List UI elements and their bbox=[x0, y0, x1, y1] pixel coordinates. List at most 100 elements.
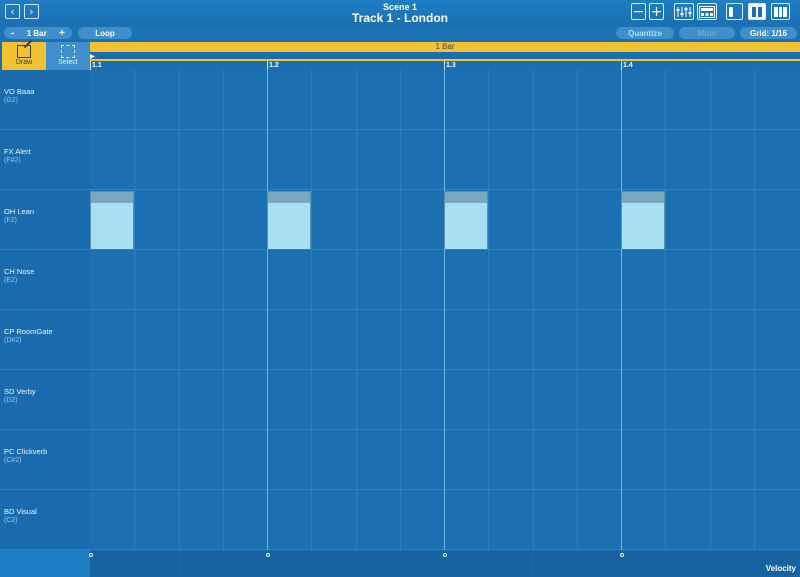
note-body bbox=[445, 203, 487, 249]
beat-line bbox=[621, 70, 622, 550]
header-bar: ‹ › Scene 1 Track 1 - London − + bbox=[0, 0, 800, 26]
row-label[interactable]: BD Visual (C2) bbox=[0, 490, 90, 550]
velocity-cell[interactable] bbox=[312, 552, 355, 575]
grid-row[interactable] bbox=[90, 310, 800, 370]
grid-row[interactable] bbox=[90, 70, 800, 130]
row-instrument-name: VO Baaa bbox=[4, 87, 35, 96]
step-line bbox=[488, 70, 489, 550]
layout-split-icon[interactable] bbox=[748, 3, 766, 20]
bar-label: 1.2 bbox=[269, 62, 279, 69]
length-decrease-button[interactable]: - bbox=[11, 28, 14, 39]
marquee-select-icon bbox=[61, 45, 75, 58]
row-label[interactable]: FX Alert (F#2) bbox=[0, 130, 90, 190]
velocity-handle-icon[interactable] bbox=[620, 553, 624, 557]
note-block[interactable] bbox=[444, 191, 488, 249]
grid-row[interactable] bbox=[90, 370, 800, 430]
chevron-left-icon[interactable]: ‹ bbox=[5, 4, 20, 19]
step-line bbox=[179, 70, 180, 550]
velocity-cell[interactable] bbox=[268, 552, 311, 575]
velocity-cell[interactable] bbox=[711, 552, 754, 575]
track-name: Track 1 - London bbox=[351, 11, 448, 25]
row-note-name: (D2) bbox=[4, 397, 18, 404]
velocity-cell[interactable] bbox=[91, 552, 134, 575]
grid-row[interactable] bbox=[90, 130, 800, 190]
velocity-handle-icon[interactable] bbox=[443, 553, 447, 557]
quantize-button[interactable]: Quantize bbox=[616, 27, 674, 39]
row-label[interactable]: PC Clickverb (C#2) bbox=[0, 430, 90, 490]
draw-tool-label: Draw bbox=[15, 59, 33, 66]
note-body bbox=[268, 203, 310, 249]
mute-button[interactable]: Mute bbox=[679, 27, 735, 39]
layout-triple-icon[interactable] bbox=[771, 3, 790, 20]
row-note-name: (D#2) bbox=[4, 337, 22, 344]
row-label[interactable]: OH Lean (F2) bbox=[0, 190, 90, 250]
bar-label: 1.3 bbox=[446, 62, 456, 69]
bar-tick bbox=[444, 61, 445, 70]
loop-button[interactable]: Loop bbox=[78, 27, 132, 39]
row-instrument-name: PC Clickverb bbox=[4, 447, 48, 456]
velocity-cell[interactable] bbox=[135, 552, 178, 575]
minus-box-icon[interactable]: − bbox=[631, 3, 646, 20]
velocity-handle-icon[interactable] bbox=[266, 553, 270, 557]
velocity-cell[interactable] bbox=[224, 552, 267, 575]
row-note-name: (F#2) bbox=[4, 157, 21, 164]
velocity-lane-header bbox=[0, 550, 90, 577]
velocity-cell[interactable] bbox=[401, 552, 444, 575]
mixer-icon[interactable] bbox=[674, 3, 694, 20]
velocity-cell[interactable] bbox=[489, 552, 532, 575]
note-block[interactable] bbox=[621, 191, 665, 249]
velocity-lane[interactable]: Velocity bbox=[89, 550, 800, 577]
note-velocity-cap bbox=[445, 192, 487, 203]
row-label[interactable]: CP RoomGate (D#2) bbox=[0, 310, 90, 370]
note-body bbox=[91, 203, 133, 249]
row-note-name: (F2) bbox=[4, 217, 17, 224]
device-icon[interactable] bbox=[697, 3, 717, 20]
step-line bbox=[400, 70, 401, 550]
velocity-cell[interactable] bbox=[534, 552, 577, 575]
chevron-right-icon[interactable]: › bbox=[24, 4, 39, 19]
step-line bbox=[754, 70, 755, 550]
draw-tool-button[interactable]: Draw bbox=[2, 42, 46, 70]
note-velocity-cap bbox=[91, 192, 133, 203]
grid-button[interactable]: Grid: 1/16 bbox=[740, 27, 797, 39]
grid-row[interactable] bbox=[90, 250, 800, 310]
row-instrument-name: BD Visual bbox=[4, 507, 37, 516]
velocity-cell[interactable] bbox=[578, 552, 621, 575]
select-tool-button[interactable]: Select bbox=[46, 42, 90, 70]
toolbar: - 1 Bar + Loop Quantize Mute Grid: 1/16 bbox=[0, 26, 800, 40]
length-stepper[interactable]: - 1 Bar + bbox=[4, 27, 72, 39]
row-instrument-name: FX Alert bbox=[4, 147, 31, 156]
velocity-cell[interactable] bbox=[622, 552, 665, 575]
beat-line bbox=[444, 70, 445, 550]
bar-label: 1.4 bbox=[623, 62, 633, 69]
note-velocity-cap bbox=[622, 192, 664, 203]
step-line bbox=[710, 70, 711, 550]
row-instrument-name: SD Verby bbox=[4, 387, 36, 396]
plus-box-icon[interactable]: + bbox=[649, 3, 664, 20]
velocity-cell[interactable] bbox=[445, 552, 488, 575]
velocity-cell[interactable] bbox=[180, 552, 223, 575]
velocity-cell[interactable] bbox=[666, 552, 709, 575]
loop-region[interactable]: 1 Bar bbox=[90, 42, 800, 52]
length-increase-button[interactable]: + bbox=[59, 28, 65, 39]
timeline-ruler[interactable] bbox=[90, 52, 800, 70]
grid-row[interactable] bbox=[90, 430, 800, 490]
grid-row[interactable] bbox=[90, 490, 800, 550]
step-line bbox=[665, 70, 666, 550]
row-instrument-name: CP RoomGate bbox=[4, 327, 53, 336]
row-label[interactable]: SD Verby (D2) bbox=[0, 370, 90, 430]
bar-label: 1.1 bbox=[92, 62, 102, 69]
velocity-handle-icon[interactable] bbox=[89, 553, 93, 557]
note-grid[interactable] bbox=[90, 70, 800, 550]
bar-tick bbox=[90, 61, 91, 70]
velocity-cell[interactable] bbox=[357, 552, 400, 575]
row-instrument-name: CH Nose bbox=[4, 267, 35, 276]
layout-single-icon[interactable] bbox=[726, 3, 743, 20]
note-block[interactable] bbox=[90, 191, 134, 249]
row-label[interactable]: CH Nose (E2) bbox=[0, 250, 90, 310]
step-line bbox=[356, 70, 357, 550]
row-label[interactable]: VO Baaa (G2) bbox=[0, 70, 90, 130]
step-line bbox=[311, 70, 312, 550]
piano-roll-editor: ‹ › Scene 1 Track 1 - London − + - 1 Bar… bbox=[0, 0, 800, 577]
note-block[interactable] bbox=[267, 191, 311, 249]
